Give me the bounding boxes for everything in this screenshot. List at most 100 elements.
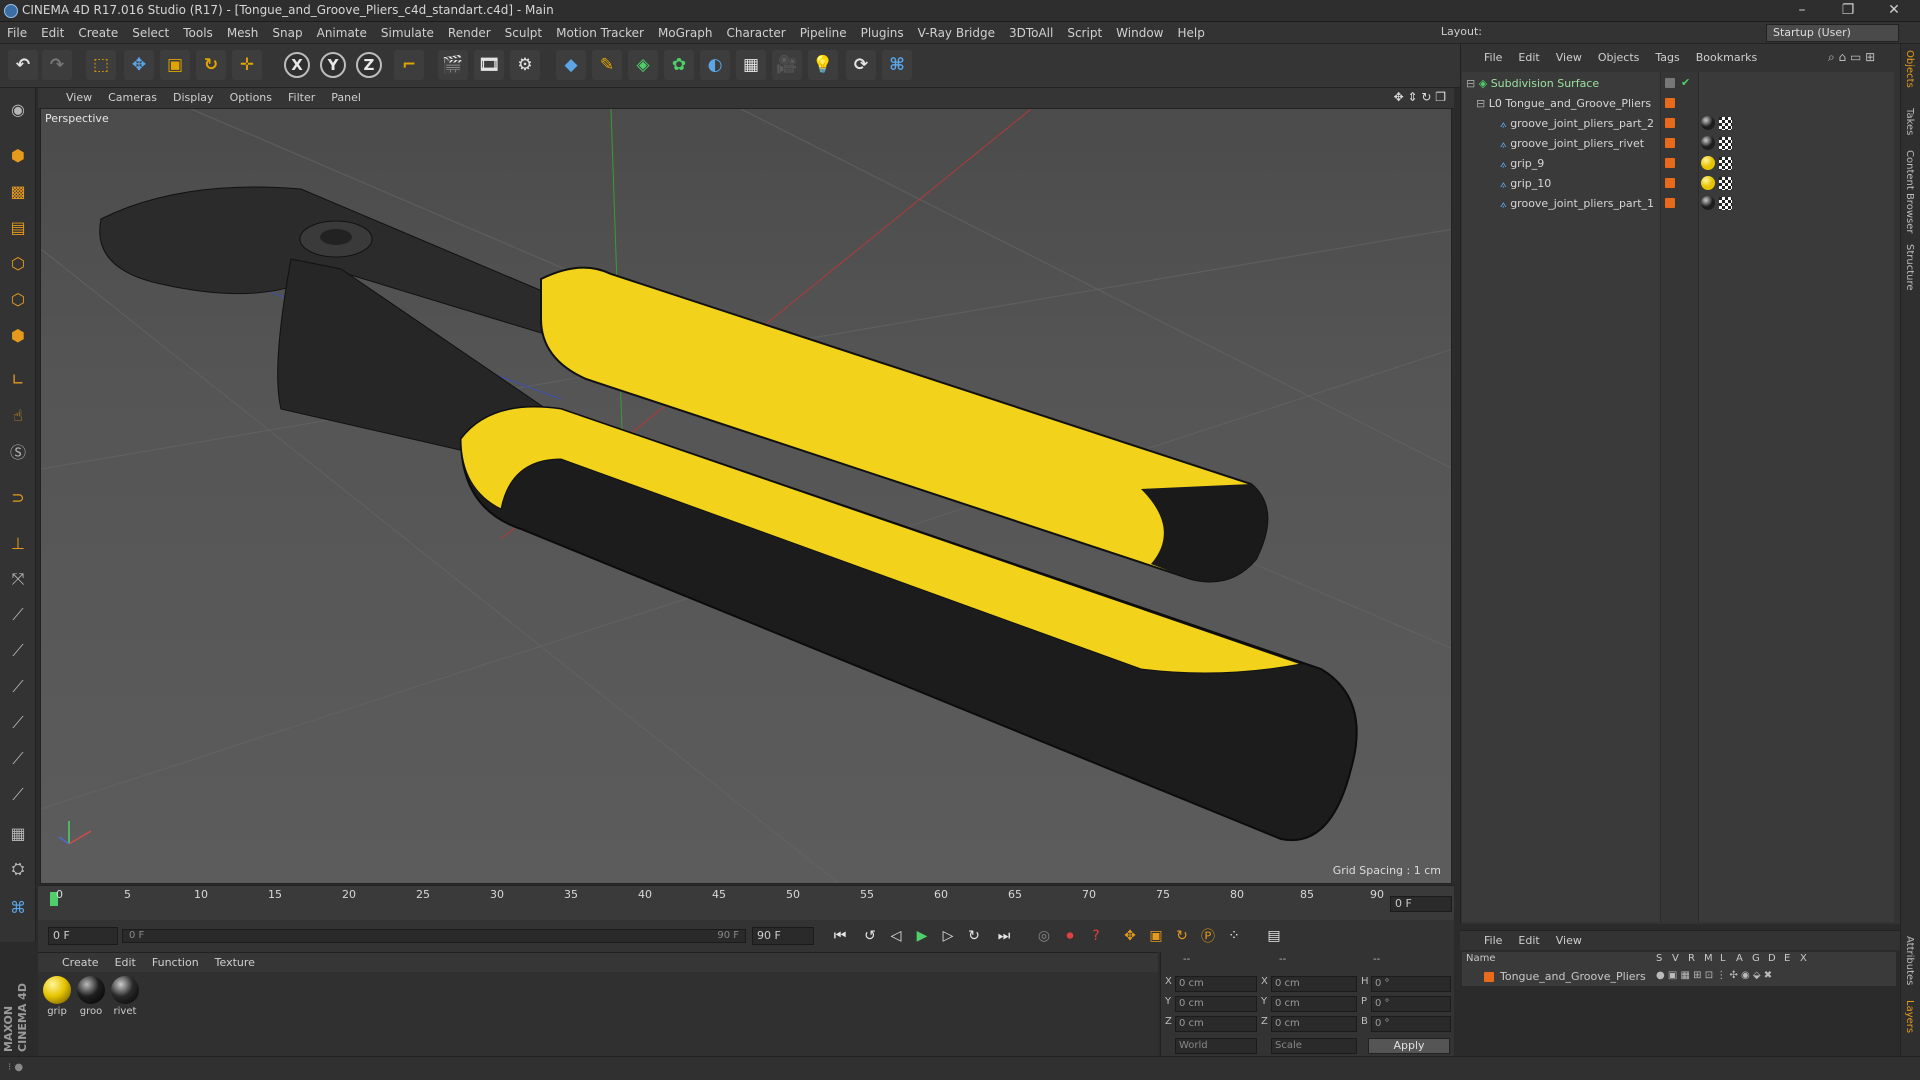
camera-icon[interactable]: 🎥 xyxy=(772,50,802,80)
layer-color-icon[interactable] xyxy=(1665,118,1675,128)
material-swatch[interactable]: groo xyxy=(76,976,106,1017)
object-menu-tags[interactable]: Tags xyxy=(1647,48,1687,68)
menu-mograph[interactable]: MoGraph xyxy=(651,22,720,44)
viewport-menu-cameras[interactable]: Cameras xyxy=(100,88,165,108)
viewport-nav-icons[interactable]: ✥ ⇕ ↻ ❐ xyxy=(1394,90,1446,104)
grid-icon[interactable]: ▦ xyxy=(3,818,33,848)
undo-icon[interactable]: ↶ xyxy=(8,50,38,80)
tree-row-subdivision-surface[interactable]: ⊟ ◈ Subdivision Surface xyxy=(1466,74,1599,94)
menu-3dtoall[interactable]: 3DToAll xyxy=(1002,22,1060,44)
tab-objects[interactable]: Objects xyxy=(1904,50,1915,88)
apply-button[interactable]: Apply xyxy=(1368,1038,1450,1054)
menu-script[interactable]: Script xyxy=(1060,22,1109,44)
object-menu-file[interactable]: File xyxy=(1476,48,1510,68)
play-icon[interactable]: ▶ xyxy=(910,925,934,947)
layout-select[interactable]: Startup (User) xyxy=(1766,24,1899,42)
texture-tag-icon[interactable] xyxy=(1719,117,1732,130)
floor-icon[interactable]: ▦ xyxy=(736,50,766,80)
menu-mesh[interactable]: Mesh xyxy=(220,22,266,44)
brush-d-icon[interactable]: ⟋ xyxy=(3,708,33,738)
menu-character[interactable]: Character xyxy=(719,22,792,44)
pen-spline-icon[interactable]: ✎ xyxy=(592,50,622,80)
tab-attributes[interactable]: Attributes xyxy=(1904,936,1915,985)
edit-render-settings-icon[interactable]: ⚙ xyxy=(510,50,540,80)
workplane-mode-icon[interactable]: ▤ xyxy=(3,212,33,242)
autokey-icon[interactable]: ? xyxy=(1084,925,1108,947)
render-to-picture-viewer-icon[interactable]: 🎞 xyxy=(474,50,504,80)
minimize-button[interactable]: – xyxy=(1780,0,1824,22)
material-menu-texture[interactable]: Texture xyxy=(207,953,263,973)
tree-row-part-1[interactable]: ⟑ groove_joint_pliers_part_1 xyxy=(1500,194,1654,214)
material-menu-edit[interactable]: Edit xyxy=(107,953,144,973)
go-to-start-icon[interactable]: ⏮ xyxy=(828,925,852,947)
tab-content-browser[interactable]: Content Browser xyxy=(1904,150,1915,233)
subdivision-surface-icon[interactable]: ◈ xyxy=(628,50,658,80)
enabled-check-icon[interactable]: ✔ xyxy=(1681,76,1690,89)
brush-r-icon[interactable]: ⟋ xyxy=(3,636,33,666)
polygons-mode-icon[interactable]: ⬢ xyxy=(3,320,33,350)
object-menu-edit[interactable]: Edit xyxy=(1510,48,1547,68)
previous-frame-icon[interactable]: ◁ xyxy=(884,925,908,947)
texture-tag-icon[interactable] xyxy=(1719,137,1732,150)
z-axis-icon[interactable]: Z xyxy=(356,52,382,78)
material-tag-icon[interactable] xyxy=(1701,116,1715,130)
axis-mode-icon[interactable]: ∟ xyxy=(3,364,33,394)
snap-icon[interactable]: Ⓢ xyxy=(3,436,33,466)
scale-icon[interactable]: ▣ xyxy=(160,50,190,80)
end-frame-field[interactable]: 90 F xyxy=(752,927,814,945)
move-icon[interactable]: ✥ xyxy=(124,50,154,80)
layer-color-icon[interactable] xyxy=(1665,78,1675,88)
points-mode-icon[interactable]: ⬡ xyxy=(3,248,33,278)
tree-row-rivet[interactable]: ⟑ groove_joint_pliers_rivet xyxy=(1500,134,1644,154)
layer-color-icon[interactable] xyxy=(1665,158,1675,168)
object-menu-view[interactable]: View xyxy=(1548,48,1590,68)
light-icon[interactable]: 💡 xyxy=(808,50,838,80)
previous-key-icon[interactable]: ↺ xyxy=(858,925,882,947)
position-z-field[interactable]: 0 cm xyxy=(1175,1016,1257,1032)
maximize-button[interactable]: ❐ xyxy=(1826,0,1870,22)
next-frame-icon[interactable]: ▷ xyxy=(936,925,960,947)
viewport-menu-filter[interactable]: Filter xyxy=(280,88,323,108)
menu-sculpt[interactable]: Sculpt xyxy=(498,22,549,44)
menu-motion-tracker[interactable]: Motion Tracker xyxy=(549,22,651,44)
make-editable-icon[interactable]: ◉ xyxy=(3,94,33,124)
texture-tag-icon[interactable] xyxy=(1719,177,1732,190)
tab-structure[interactable]: Structure xyxy=(1904,244,1915,291)
model-mode-icon[interactable]: ⬢ xyxy=(3,140,33,170)
layer-toggle-icons[interactable]: ● ▣ ▦ ⊞ ⊡ ⋮ ✣ ◉ ⬙ ✖ xyxy=(1656,970,1772,981)
rotate-icon[interactable]: ↻ xyxy=(196,50,226,80)
texture-tag-icon[interactable] xyxy=(1719,197,1732,210)
brush-p-icon[interactable]: ⟋ xyxy=(3,600,33,630)
start-frame-field[interactable]: 0 F xyxy=(48,927,118,945)
layer-color-icon[interactable] xyxy=(1665,198,1675,208)
menu-file[interactable]: File xyxy=(0,22,34,44)
viewport-menu-display[interactable]: Display xyxy=(165,88,222,108)
material-tag-icon[interactable] xyxy=(1701,136,1715,150)
layer-menu-edit[interactable]: Edit xyxy=(1510,931,1547,951)
preview-range-slider[interactable]: 0 F 90 F xyxy=(122,929,746,943)
rotation-b-field[interactable]: 0 ° xyxy=(1371,1016,1451,1032)
redo-icon[interactable]: ↷ xyxy=(42,50,72,80)
motion-record-icon[interactable]: ◎ xyxy=(1032,925,1056,947)
rotation-p-field[interactable]: 0 ° xyxy=(1371,996,1451,1012)
layer-menu-file[interactable]: File xyxy=(1476,931,1510,951)
menu-window[interactable]: Window xyxy=(1109,22,1170,44)
menu-simulate[interactable]: Simulate xyxy=(374,22,441,44)
x-axis-icon[interactable]: X xyxy=(284,52,310,78)
tree-row-part-2[interactable]: ⟑ groove_joint_pliers_part_2 xyxy=(1500,114,1654,134)
mograph-cloner-icon[interactable]: ✿ xyxy=(664,50,694,80)
timeline-ruler[interactable]: 0 5 10 15 20 25 30 35 40 45 50 55 60 65 … xyxy=(38,885,1454,925)
layer-menu-view[interactable]: View xyxy=(1548,931,1590,951)
y-axis-icon[interactable]: Y xyxy=(320,52,346,78)
next-key-icon[interactable]: ↻ xyxy=(962,925,986,947)
material-menu-create[interactable]: Create xyxy=(54,953,107,973)
python-script-icon[interactable]: ⌘ xyxy=(3,892,33,922)
current-frame-field[interactable]: 0 F xyxy=(1390,896,1452,912)
coordinate-system-icon[interactable]: ⌐ xyxy=(394,50,424,80)
menu-render[interactable]: Render xyxy=(441,22,498,44)
layer-color-icon[interactable] xyxy=(1665,98,1675,108)
menu-vray-bridge[interactable]: V-Ray Bridge xyxy=(911,22,1002,44)
menu-plugins[interactable]: Plugins xyxy=(854,22,911,44)
deformer-icon[interactable]: ◐ xyxy=(700,50,730,80)
material-menu-function[interactable]: Function xyxy=(144,953,207,973)
